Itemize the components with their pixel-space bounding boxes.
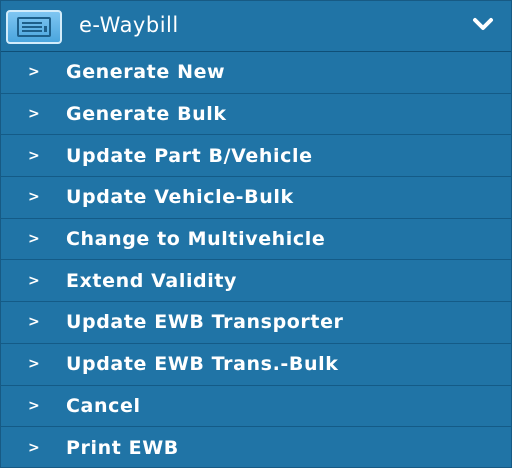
menu-item-update-ewb-transporter[interactable]: > Update EWB Transporter [1, 302, 511, 344]
menu-item-update-ewb-trans-bulk[interactable]: > Update EWB Trans.-Bulk [1, 344, 511, 386]
menu-item-generate-bulk[interactable]: > Generate Bulk [1, 94, 511, 136]
menu-item-label: Update Part B/Vehicle [66, 144, 313, 167]
chevron-right-icon: > [28, 314, 40, 331]
chevron-right-icon: > [28, 147, 40, 164]
chevron-right-icon: > [28, 440, 40, 457]
chevron-right-icon: > [28, 106, 40, 123]
menu-item-label: Print EWB [66, 437, 179, 460]
chevron-right-icon: > [28, 272, 40, 289]
menu-item-extend-validity[interactable]: > Extend Validity [1, 260, 511, 303]
menu-item-update-vehicle-bulk[interactable]: > Update Vehicle-Bulk [1, 177, 511, 219]
menu-item-label: Change to Multivehicle [66, 228, 326, 251]
menu-item-print-ewb[interactable]: > Print EWB [1, 427, 511, 468]
chevron-right-icon: > [28, 356, 40, 373]
document-list-icon [6, 10, 62, 44]
ewaybill-menu: e-Waybill > Generate New > Generate Bulk… [0, 0, 512, 468]
menu-header-ewaybill[interactable]: e-Waybill [1, 1, 511, 52]
chevron-right-icon: > [28, 64, 40, 81]
menu-item-label: Generate Bulk [66, 103, 227, 126]
menu-item-update-part-b-vehicle[interactable]: > Update Part B/Vehicle [1, 135, 511, 178]
menu-item-label: Update EWB Trans.-Bulk [66, 353, 339, 376]
menu-item-generate-new[interactable]: > Generate New [1, 52, 511, 94]
chevron-right-icon: > [28, 231, 40, 248]
chevron-right-icon: > [28, 189, 40, 206]
chevron-down-icon[interactable] [471, 14, 495, 34]
menu-item-change-to-multivehicle[interactable]: > Change to Multivehicle [1, 219, 511, 261]
menu-item-label: Cancel [66, 394, 141, 417]
menu-item-cancel[interactable]: > Cancel [1, 386, 511, 428]
menu-item-label: Update Vehicle-Bulk [66, 186, 294, 209]
menu-item-label: Extend Validity [66, 269, 238, 292]
menu-item-label: Update EWB Transporter [66, 311, 344, 334]
menu-title: e-Waybill [79, 13, 179, 37]
chevron-right-icon: > [28, 397, 40, 414]
menu-item-label: Generate New [66, 61, 226, 84]
